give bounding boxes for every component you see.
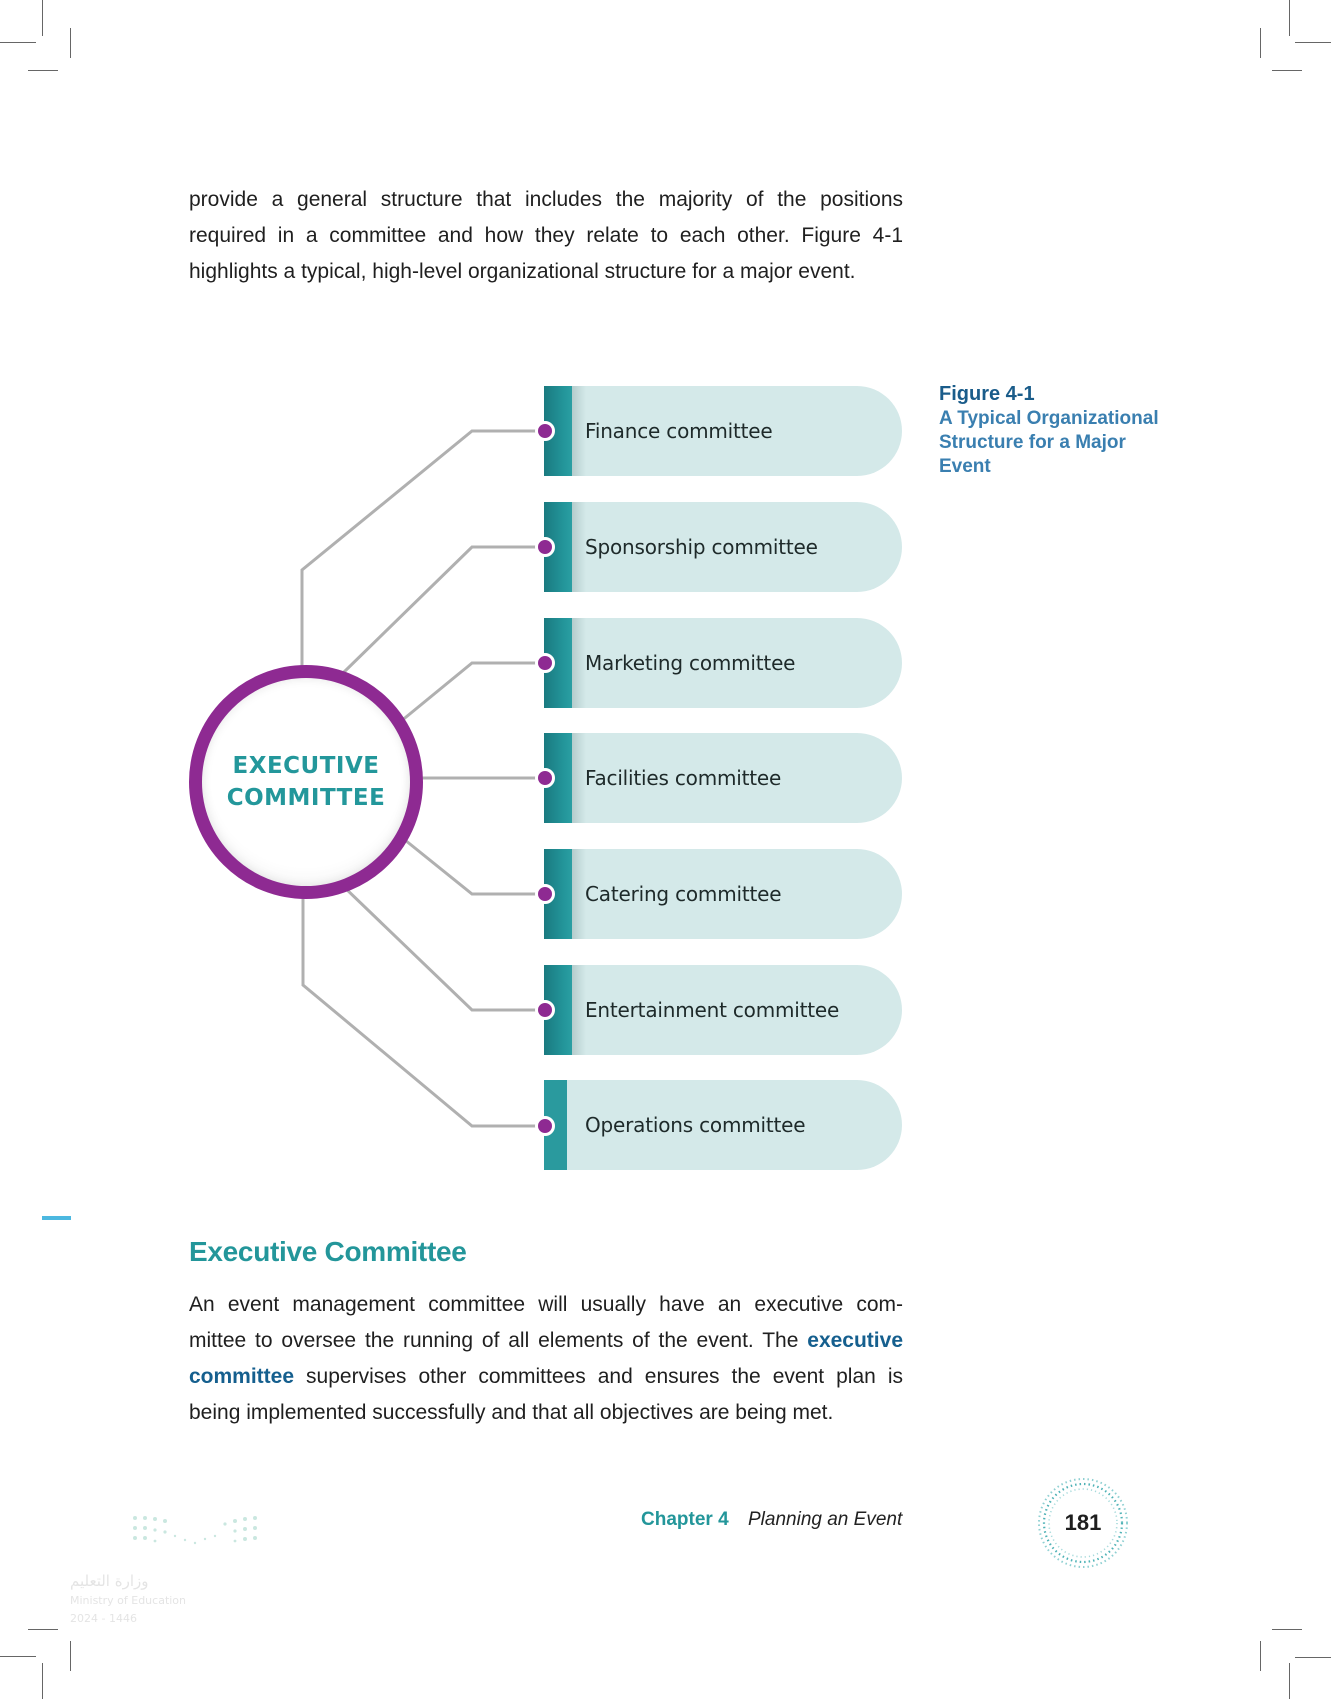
- connector-marketing: [399, 661, 540, 724]
- logo-dots-icon: [133, 1516, 257, 1545]
- committee-label: Entertainment committee: [585, 998, 840, 1022]
- connector-dot: [535, 1000, 555, 1020]
- paragraph-line: An event management committee will usual…: [189, 1293, 903, 1316]
- committee-box-finance: Finance committee: [544, 386, 902, 476]
- section-marker: [42, 1216, 71, 1220]
- keyword-committee: committee: [189, 1365, 295, 1388]
- committee-label: Finance committee: [585, 419, 773, 443]
- connector-dot: [535, 653, 555, 673]
- connector-dot: [535, 421, 555, 441]
- committee-label: Sponsorship committee: [585, 535, 818, 559]
- committee-box-operations: Operations committee: [544, 1080, 902, 1170]
- committee-box-facilities: Facilities committee: [544, 733, 902, 823]
- logo-english-text: Ministry of Education: [70, 1594, 187, 1607]
- paragraph-line: committee supervises other committees an…: [189, 1359, 903, 1395]
- paragraph-line: mittee to oversee the running of all ele…: [189, 1323, 903, 1359]
- executive-committee-node: EXECUTIVE COMMITTEE: [189, 665, 423, 899]
- committee-box-marketing: Marketing committee: [544, 618, 902, 708]
- paragraph-text: supervises other committees and ensures …: [294, 1365, 903, 1388]
- committee-box-sponsorship: Sponsorship committee: [544, 502, 902, 592]
- connector-entertainment: [341, 884, 540, 1012]
- footer-chapter: Chapter 4: [641, 1509, 729, 1530]
- connector-dot: [535, 1116, 555, 1136]
- section-heading: Executive Committee: [189, 1236, 467, 1267]
- page-number-badge: 181: [1036, 1476, 1130, 1570]
- committee-box-catering: Catering committee: [544, 849, 902, 939]
- logo-arabic-text: وزارة التعليم: [70, 1572, 149, 1590]
- executive-node-line: EXECUTIVE: [232, 753, 380, 779]
- paragraph-line: being implemented successfully and that …: [189, 1401, 834, 1424]
- paragraph-text: mittee to oversee the running of all ele…: [189, 1329, 808, 1352]
- page-number: 181: [1064, 1510, 1102, 1535]
- committee-label: Catering committee: [585, 882, 782, 906]
- connector-finance: [300, 429, 540, 669]
- footer-chapter-title: Planning an Event: [748, 1509, 903, 1530]
- keyword-executive: executive: [807, 1329, 903, 1352]
- committee-box-entertainment: Entertainment committee: [544, 965, 902, 1055]
- connector-sponsorship: [341, 545, 540, 675]
- connector-catering: [399, 834, 540, 896]
- connector-dot: [535, 537, 555, 557]
- committee-label: Marketing committee: [585, 651, 796, 675]
- logo-year-text: 2024 - 1446: [70, 1612, 137, 1625]
- executive-node-line: COMMITTEE: [226, 785, 386, 811]
- connector-dot: [535, 768, 555, 788]
- connector-dot: [535, 884, 555, 904]
- section-paragraph: An event management committee will usual…: [189, 1287, 903, 1431]
- ministry-logo: وزارة التعليم Ministry of Education 2024…: [70, 1510, 270, 1630]
- committee-label: Facilities committee: [585, 766, 782, 790]
- committee-label: Operations committee: [585, 1113, 806, 1137]
